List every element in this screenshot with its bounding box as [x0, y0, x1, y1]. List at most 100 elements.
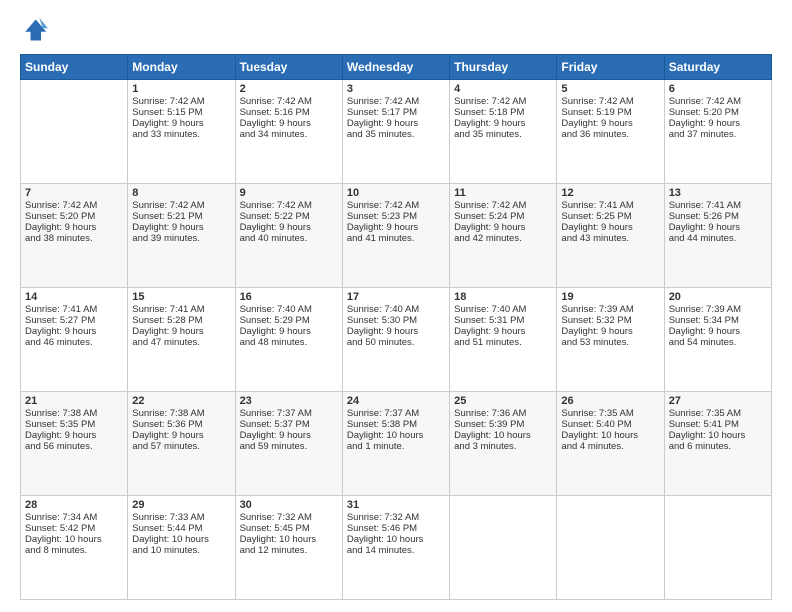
calendar-cell: 10Sunrise: 7:42 AMSunset: 5:23 PMDayligh…: [342, 184, 449, 288]
day-info: Daylight: 9 hours: [240, 326, 338, 337]
day-number: 15: [132, 291, 230, 303]
calendar-cell: 17Sunrise: 7:40 AMSunset: 5:30 PMDayligh…: [342, 288, 449, 392]
day-number: 7: [25, 187, 123, 199]
calendar-day-header: Friday: [557, 55, 664, 80]
day-info: Daylight: 9 hours: [132, 222, 230, 233]
day-info: Sunset: 5:26 PM: [669, 211, 767, 222]
day-info: and 39 minutes.: [132, 233, 230, 244]
day-info: Daylight: 9 hours: [25, 222, 123, 233]
day-info: and 47 minutes.: [132, 337, 230, 348]
day-info: and 8 minutes.: [25, 545, 123, 556]
day-info: and 42 minutes.: [454, 233, 552, 244]
day-info: Daylight: 9 hours: [454, 222, 552, 233]
day-info: and 6 minutes.: [669, 441, 767, 452]
day-info: Sunrise: 7:34 AM: [25, 512, 123, 523]
day-info: Sunset: 5:40 PM: [561, 419, 659, 430]
calendar-table: SundayMondayTuesdayWednesdayThursdayFrid…: [20, 54, 772, 600]
calendar-cell: 5Sunrise: 7:42 AMSunset: 5:19 PMDaylight…: [557, 80, 664, 184]
day-info: Sunset: 5:32 PM: [561, 315, 659, 326]
day-info: Sunrise: 7:42 AM: [454, 96, 552, 107]
day-info: Sunset: 5:39 PM: [454, 419, 552, 430]
day-info: Sunset: 5:38 PM: [347, 419, 445, 430]
day-number: 22: [132, 395, 230, 407]
day-info: Daylight: 10 hours: [347, 534, 445, 545]
day-info: and 59 minutes.: [240, 441, 338, 452]
day-info: and 56 minutes.: [25, 441, 123, 452]
day-info: Sunrise: 7:37 AM: [240, 408, 338, 419]
calendar-cell: 7Sunrise: 7:42 AMSunset: 5:20 PMDaylight…: [21, 184, 128, 288]
day-info: Sunrise: 7:42 AM: [25, 200, 123, 211]
day-info: and 38 minutes.: [25, 233, 123, 244]
calendar-cell: 25Sunrise: 7:36 AMSunset: 5:39 PMDayligh…: [450, 392, 557, 496]
day-info: Daylight: 9 hours: [132, 118, 230, 129]
day-info: and 40 minutes.: [240, 233, 338, 244]
calendar-cell: 12Sunrise: 7:41 AMSunset: 5:25 PMDayligh…: [557, 184, 664, 288]
day-info: Sunset: 5:28 PM: [132, 315, 230, 326]
day-info: Sunset: 5:45 PM: [240, 523, 338, 534]
day-number: 21: [25, 395, 123, 407]
calendar-cell: 31Sunrise: 7:32 AMSunset: 5:46 PMDayligh…: [342, 496, 449, 600]
day-number: 1: [132, 83, 230, 95]
calendar-cell: 4Sunrise: 7:42 AMSunset: 5:18 PMDaylight…: [450, 80, 557, 184]
header: [20, 16, 772, 44]
day-info: Sunset: 5:22 PM: [240, 211, 338, 222]
day-info: Daylight: 9 hours: [561, 326, 659, 337]
calendar-week-row: 21Sunrise: 7:38 AMSunset: 5:35 PMDayligh…: [21, 392, 772, 496]
calendar-week-row: 28Sunrise: 7:34 AMSunset: 5:42 PMDayligh…: [21, 496, 772, 600]
day-info: Sunrise: 7:32 AM: [240, 512, 338, 523]
day-info: Sunrise: 7:42 AM: [240, 200, 338, 211]
day-number: 14: [25, 291, 123, 303]
day-info: Sunset: 5:21 PM: [132, 211, 230, 222]
day-number: 13: [669, 187, 767, 199]
day-info: Sunrise: 7:35 AM: [561, 408, 659, 419]
calendar-week-row: 1Sunrise: 7:42 AMSunset: 5:15 PMDaylight…: [21, 80, 772, 184]
day-info: and 48 minutes.: [240, 337, 338, 348]
day-info: and 1 minute.: [347, 441, 445, 452]
day-info: Sunrise: 7:33 AM: [132, 512, 230, 523]
day-number: 23: [240, 395, 338, 407]
calendar-cell: 21Sunrise: 7:38 AMSunset: 5:35 PMDayligh…: [21, 392, 128, 496]
day-info: and 54 minutes.: [669, 337, 767, 348]
day-info: Daylight: 10 hours: [240, 534, 338, 545]
day-info: Sunset: 5:25 PM: [561, 211, 659, 222]
day-info: and 35 minutes.: [454, 129, 552, 140]
day-number: 31: [347, 499, 445, 511]
day-info: Sunset: 5:15 PM: [132, 107, 230, 118]
day-info: Daylight: 9 hours: [669, 222, 767, 233]
day-info: Sunset: 5:23 PM: [347, 211, 445, 222]
calendar-cell: 2Sunrise: 7:42 AMSunset: 5:16 PMDaylight…: [235, 80, 342, 184]
day-number: 9: [240, 187, 338, 199]
day-info: and 44 minutes.: [669, 233, 767, 244]
calendar-cell: 9Sunrise: 7:42 AMSunset: 5:22 PMDaylight…: [235, 184, 342, 288]
page: SundayMondayTuesdayWednesdayThursdayFrid…: [0, 0, 792, 612]
day-info: and 12 minutes.: [240, 545, 338, 556]
calendar-week-row: 7Sunrise: 7:42 AMSunset: 5:20 PMDaylight…: [21, 184, 772, 288]
day-info: and 50 minutes.: [347, 337, 445, 348]
day-info: Sunrise: 7:41 AM: [561, 200, 659, 211]
day-info: Sunrise: 7:37 AM: [347, 408, 445, 419]
calendar-cell: [664, 496, 771, 600]
day-info: Daylight: 9 hours: [561, 222, 659, 233]
day-info: Daylight: 10 hours: [454, 430, 552, 441]
day-info: Sunrise: 7:42 AM: [669, 96, 767, 107]
calendar-cell: 30Sunrise: 7:32 AMSunset: 5:45 PMDayligh…: [235, 496, 342, 600]
calendar-cell: 3Sunrise: 7:42 AMSunset: 5:17 PMDaylight…: [342, 80, 449, 184]
day-info: Sunset: 5:30 PM: [347, 315, 445, 326]
day-number: 25: [454, 395, 552, 407]
calendar-cell: 11Sunrise: 7:42 AMSunset: 5:24 PMDayligh…: [450, 184, 557, 288]
day-number: 10: [347, 187, 445, 199]
calendar-cell: 20Sunrise: 7:39 AMSunset: 5:34 PMDayligh…: [664, 288, 771, 392]
day-info: Sunrise: 7:42 AM: [454, 200, 552, 211]
day-info: Daylight: 9 hours: [669, 118, 767, 129]
calendar-cell: 18Sunrise: 7:40 AMSunset: 5:31 PMDayligh…: [450, 288, 557, 392]
day-info: Sunrise: 7:40 AM: [454, 304, 552, 315]
day-info: Sunrise: 7:38 AM: [25, 408, 123, 419]
day-info: Sunset: 5:24 PM: [454, 211, 552, 222]
day-info: Sunset: 5:20 PM: [25, 211, 123, 222]
day-info: Sunrise: 7:38 AM: [132, 408, 230, 419]
calendar-cell: 22Sunrise: 7:38 AMSunset: 5:36 PMDayligh…: [128, 392, 235, 496]
day-info: Sunrise: 7:41 AM: [669, 200, 767, 211]
day-info: Sunrise: 7:41 AM: [132, 304, 230, 315]
logo: [20, 16, 52, 44]
day-info: Daylight: 9 hours: [669, 326, 767, 337]
